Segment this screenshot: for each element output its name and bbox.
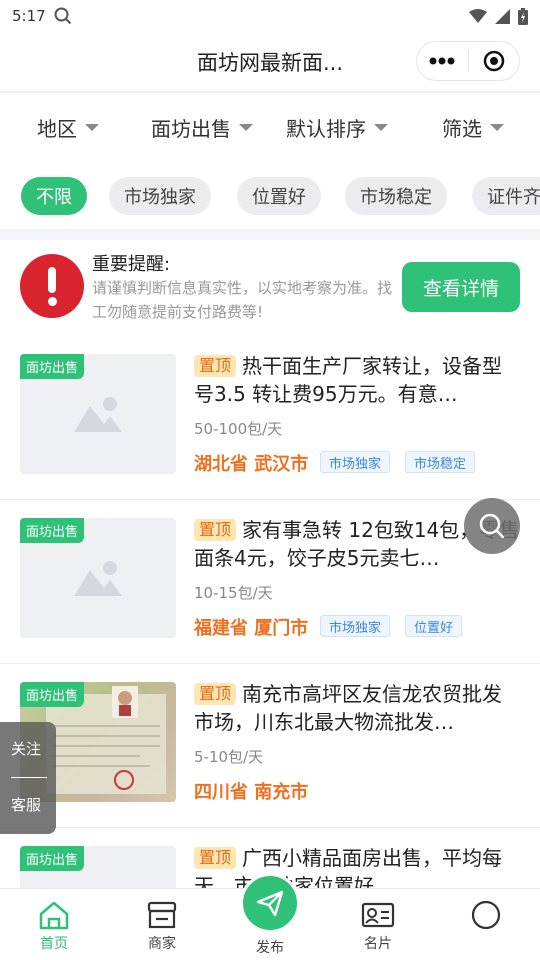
- caret-down-icon: [490, 123, 504, 131]
- listing-title: 置顶 南充市高坪区友信龙农贸批发市场，川东北最大物流批发…: [194, 680, 520, 736]
- tag-chip-stable[interactable]: 市场稳定: [345, 177, 447, 215]
- paper-plane-icon: [256, 890, 284, 917]
- nav-home[interactable]: 首页: [14, 897, 94, 953]
- image-placeholder-icon: [74, 397, 122, 432]
- listing-card[interactable]: 面坊出售 置顶 家有事急转 12包致14包，零售面条4元，饺子皮5元卖七… 10-…: [0, 500, 540, 664]
- status-time: 5:17: [12, 7, 46, 25]
- bottom-nav: 首页 商家 发布 名片: [0, 873, 540, 960]
- search-status-icon: [54, 7, 71, 25]
- page-title: 面坊网最新面...: [196, 50, 344, 75]
- close-miniprogram-button[interactable]: [469, 42, 520, 80]
- listing-capacity: 5-10包/天: [194, 748, 264, 766]
- filter-category-label: 面坊出售: [151, 116, 231, 141]
- listing-card[interactable]: 面坊出售 置顶 热干面生产厂家转让，设备型号3.5 转让费95万元。有意… 50-…: [0, 336, 540, 500]
- filter-bar: 地区 面坊出售 默认排序 筛选: [0, 93, 540, 161]
- target-icon: [483, 50, 504, 72]
- category-badge: 面坊出售: [20, 354, 85, 379]
- tag-chip-certified[interactable]: 证件齐: [472, 177, 540, 215]
- more-button[interactable]: [417, 42, 468, 80]
- tag-filter-bar: 不限 市场独家 位置好 市场稳定 证件齐: [0, 161, 540, 229]
- nav-publish-label: 发布: [256, 940, 284, 956]
- feature-tag: 位置好: [405, 615, 463, 637]
- publish-button[interactable]: [240, 873, 300, 933]
- floating-side-panel: 关注 客服: [0, 722, 56, 834]
- title-bar: 面坊网最新面...: [0, 32, 540, 92]
- home-icon: [39, 901, 69, 930]
- caret-down-icon: [85, 123, 99, 131]
- nav-merchant-label: 商家: [148, 936, 176, 952]
- listing-capacity: 50-100包/天: [194, 420, 283, 438]
- nav-card[interactable]: 名片: [338, 897, 418, 953]
- listing-title: 置顶 热干面生产厂家转让，设备型号3.5 转让费95万元。有意…: [194, 352, 520, 408]
- category-badge: 面坊出售: [20, 518, 85, 543]
- nav-home-label: 首页: [40, 936, 68, 952]
- pinned-badge: 置顶: [194, 519, 237, 541]
- more-dots-icon: [429, 57, 455, 65]
- category-badge: 面坊出售: [20, 846, 85, 871]
- notice-title: 重要提醒:: [92, 254, 171, 275]
- tag-chip-all[interactable]: 不限: [21, 177, 87, 215]
- listing-capacity: 10-15包/天: [194, 584, 273, 602]
- listing-thumbnail: 面坊出售: [20, 518, 176, 638]
- filter-region[interactable]: 地区: [37, 113, 99, 142]
- floating-search-button[interactable]: [464, 498, 520, 554]
- battery-icon: [518, 7, 528, 25]
- nav-merchant[interactable]: 商家: [122, 897, 202, 953]
- notice-text: 请谨慎判断信息真实性，以实地考察为准。找工勿随意提前支付路费等!: [92, 279, 393, 321]
- filter-sort[interactable]: 默认排序: [286, 113, 388, 142]
- filter-category[interactable]: 面坊出售: [151, 113, 253, 142]
- tag-chip-exclusive[interactable]: 市场独家: [109, 177, 211, 215]
- store-icon: [147, 901, 177, 929]
- search-icon: [479, 513, 505, 539]
- feature-tag: 市场稳定: [405, 451, 476, 473]
- miniprogram-capsule: [416, 41, 520, 81]
- listing-location: 四川省 南充市: [194, 782, 309, 803]
- filter-screen-label: 筛选: [442, 116, 482, 141]
- listing-location: 湖北省 武汉市: [194, 454, 309, 475]
- tag-chip-location[interactable]: 位置好: [237, 177, 321, 215]
- signal-icon: [495, 8, 510, 24]
- nav-mine[interactable]: [446, 897, 526, 933]
- customer-service-button[interactable]: 客服: [11, 794, 41, 815]
- feature-tag: 市场独家: [320, 451, 391, 473]
- category-badge: 面坊出售: [20, 682, 85, 707]
- nav-card-label: 名片: [364, 936, 392, 952]
- pinned-badge: 置顶: [194, 847, 237, 869]
- filter-sort-label: 默认排序: [286, 116, 366, 141]
- view-details-button[interactable]: 查看详情: [402, 262, 520, 312]
- alert-icon: [20, 254, 84, 318]
- follow-button[interactable]: 关注: [11, 738, 41, 759]
- listing-title-text: 南充市高坪区友信龙农贸批发市场，川东北最大物流批发…: [194, 682, 503, 734]
- pinned-badge: 置顶: [194, 355, 237, 377]
- listing-location: 福建省 厦门市: [194, 618, 309, 639]
- filter-screen[interactable]: 筛选: [442, 113, 504, 142]
- caret-down-icon: [374, 123, 388, 131]
- wifi-icon: [469, 8, 487, 23]
- user-icon: [471, 900, 501, 930]
- caret-down-icon: [239, 123, 253, 131]
- safety-notice: 重要提醒: 请谨慎判断信息真实性，以实地考察为准。找工勿随意提前支付路费等! 查…: [0, 240, 540, 336]
- listing-thumbnail: 面坊出售: [20, 354, 176, 474]
- image-placeholder-icon: [74, 561, 122, 596]
- filter-region-label: 地区: [37, 116, 77, 141]
- id-card-icon: [361, 902, 395, 928]
- listing-card[interactable]: 面坊出售 置顶 南充市高坪区友信龙农贸批发市场，川东北最大物流批发… 5-10包/…: [0, 664, 540, 828]
- listing-title-text: 热干面生产厂家转让，设备型号3.5 转让费95万元。有意…: [194, 354, 503, 406]
- feature-tag: 市场独家: [320, 615, 391, 637]
- pinned-badge: 置顶: [194, 683, 237, 705]
- status-bar: 5:17: [0, 0, 540, 32]
